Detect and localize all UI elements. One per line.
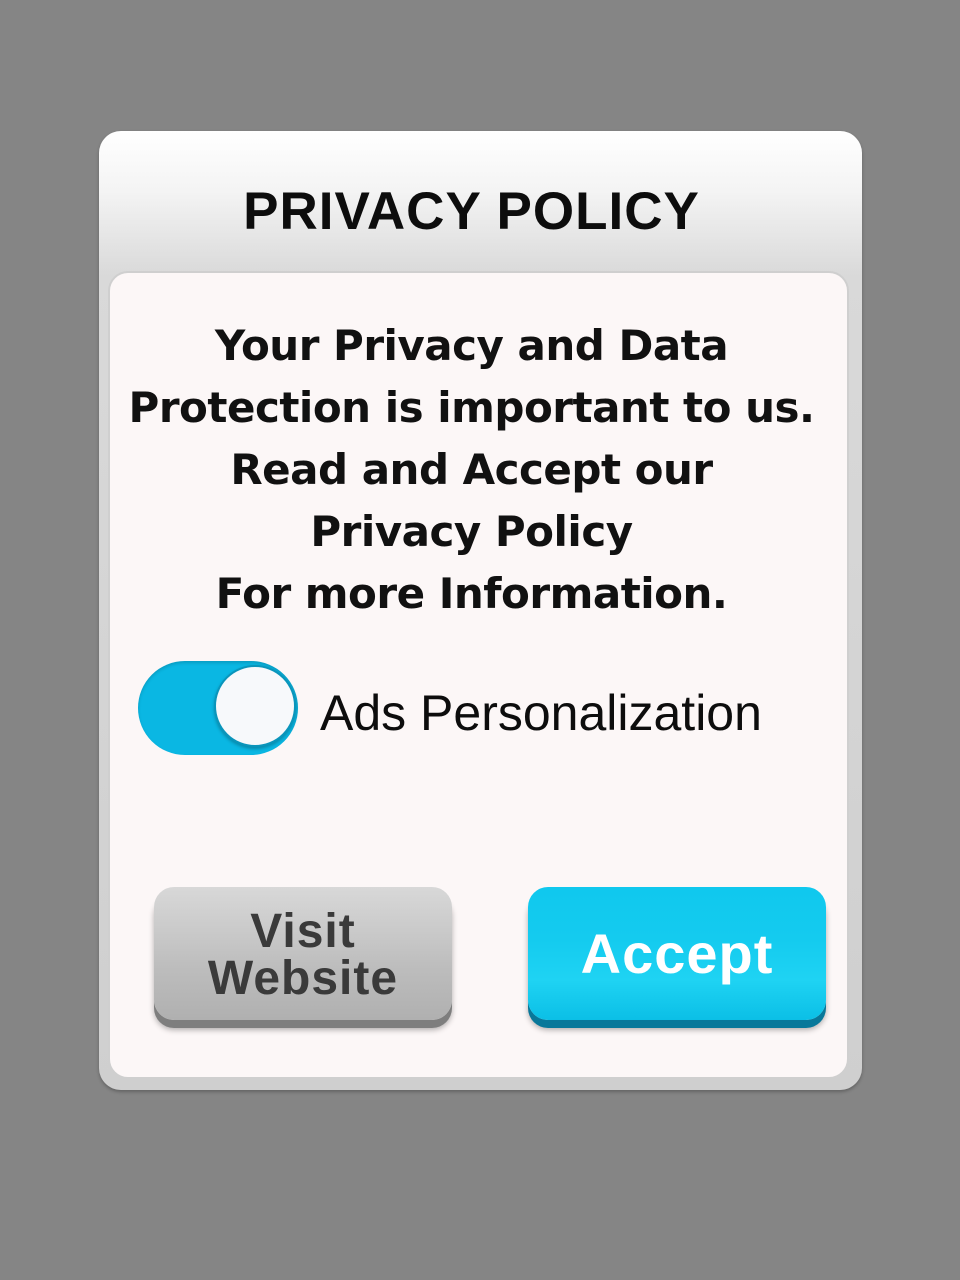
message-line: Read and Accept our [230,445,713,494]
accept-button[interactable]: Accept [528,887,826,1020]
visit-website-label-line: Visit [250,905,356,958]
message-line: Privacy Policy [310,507,633,556]
message-line: For more Information. [215,569,728,618]
dialog-title: PRIVACY POLICY [243,182,700,241]
ads-personalization-label: Ads Personalization [320,685,762,741]
message-line: Your Privacy and Data [214,321,729,370]
toggle-knob[interactable] [214,665,296,747]
message-line: Protection is important to us. [128,383,815,432]
visit-website-label-line: Website [207,952,399,1005]
privacy-message: Your Privacy and Data Protection is impo… [99,315,844,625]
ads-personalization-toggle[interactable] [138,661,298,755]
visit-website-button[interactable]: Visit Website [154,887,452,1020]
